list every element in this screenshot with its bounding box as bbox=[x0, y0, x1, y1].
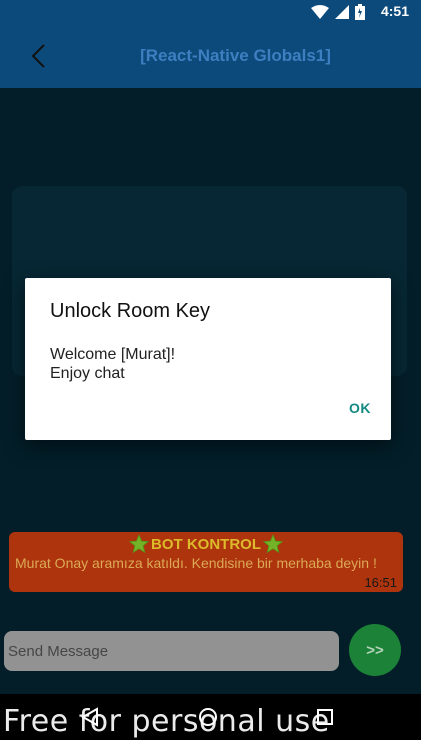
triangle-back-icon bbox=[80, 707, 98, 727]
status-icons bbox=[311, 4, 365, 20]
dialog-title: Unlock Room Key bbox=[50, 300, 211, 322]
ok-button[interactable]: OK bbox=[349, 400, 371, 416]
navigation-bar bbox=[0, 694, 421, 740]
wifi-icon bbox=[311, 5, 329, 19]
unlock-room-dialog: Unlock Room Key Welcome [Murat]! Enjoy c… bbox=[25, 278, 391, 440]
nav-back-button[interactable] bbox=[77, 704, 103, 730]
battery-icon bbox=[355, 4, 365, 20]
signal-icon bbox=[335, 5, 349, 19]
back-arrow-icon bbox=[31, 44, 45, 68]
dialog-message: Welcome [Murat]! Enjoy chat bbox=[50, 345, 175, 383]
status-bar: 4:51 bbox=[0, 0, 421, 24]
dialog-message-line1: Welcome [Murat]! bbox=[50, 346, 176, 363]
back-button[interactable] bbox=[22, 38, 54, 74]
nav-recents-button[interactable] bbox=[312, 704, 338, 730]
circle-home-icon bbox=[199, 708, 217, 726]
square-recents-icon bbox=[317, 709, 333, 725]
status-time: 4:51 bbox=[380, 3, 409, 19]
nav-home-button[interactable] bbox=[195, 704, 221, 730]
page-title: [React-Native Globals1] bbox=[140, 46, 331, 65]
app-bar: [React-Native Globals1] bbox=[0, 24, 421, 88]
dialog-message-line2: Enjoy chat bbox=[50, 365, 125, 382]
